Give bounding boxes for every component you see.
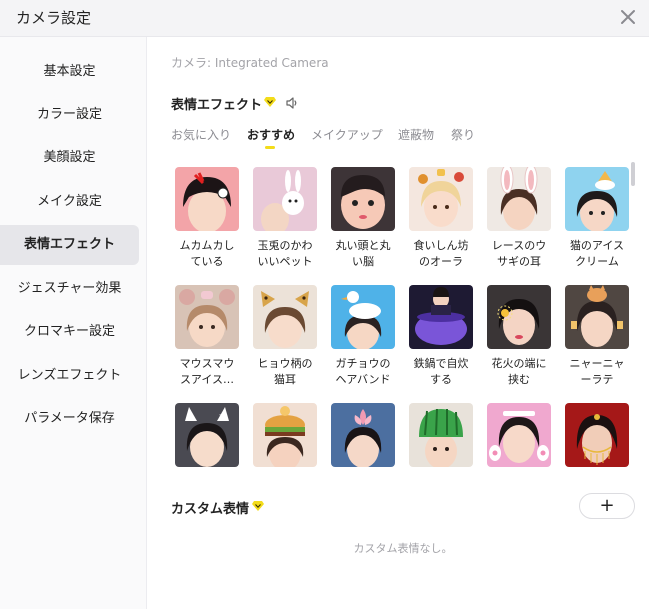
effect-name: 玉兎のかわ いいペット [257,239,313,268]
effect-thumbnail-cat-ears-sleepy[interactable]: z [175,403,239,467]
effect-thumbnail-watermelon-helmet[interactable] [409,403,473,467]
effect-thumbnail-iron-pot[interactable] [409,285,473,349]
close-icon[interactable] [616,5,640,29]
window-title: カメラ設定 [16,9,92,27]
custom-section-title: カスタム表情 [171,502,250,517]
effect-name: ヒョウ柄の 猫耳 [257,357,313,386]
effect-thumbnail-round-head[interactable] [331,167,395,231]
sidebar-item-color-settings[interactable]: カラー設定 [0,95,139,135]
title-bar: カメラ設定 [0,0,649,37]
effect-thumbnail-burger-hat[interactable] [253,403,317,467]
camera-label: カメラ: Integrated Camera [171,56,329,70]
effect-name: ニャーニャ ーラテ [569,357,625,386]
effect-thumbnail-rabbit-pet[interactable] [253,167,317,231]
effect-thumbnail-lotus-headpiece[interactable] [331,403,395,467]
sidebar-item-gesture-effects[interactable]: ジェスチャー効果 [0,269,139,309]
effect-thumbnail-mouse-ice[interactable] [175,285,239,349]
effect-thumbnail-foodie-aura[interactable] [409,167,473,231]
tab-occluders[interactable]: 遮蔽物 [398,126,434,143]
effect-name: ムカムカし ている [179,239,235,268]
effect-thumbnail-meow-latte[interactable] [565,285,629,349]
sidebar-item-makeup-settings[interactable]: メイク設定 [0,182,139,222]
effect-name: 鉄鍋で自炊 する [413,357,469,386]
effect-thumbnail-angry[interactable] [175,167,239,231]
effect-name: 猫のアイス クリーム [569,239,625,268]
effect-name: レースのウ サギの耳 [491,239,547,268]
tab-festival[interactable]: 祭り [451,126,475,143]
sidebar-item-save-parameters[interactable]: パラメータ保存 [0,399,139,439]
vip-diamond-icon [252,501,264,511]
tab-favorites[interactable]: お気に入り [171,126,231,143]
effect-thumbnail-golden-veil[interactable] [565,403,629,467]
sidebar-item-beauty-settings[interactable]: 美顔設定 [0,138,139,178]
effect-thumbnail-goose-headband[interactable] [331,285,395,349]
speaker-icon[interactable] [285,96,299,110]
vip-diamond-icon [264,97,276,107]
sidebar-item-face-effects[interactable]: 表情エフェクト [0,225,139,265]
custom-empty-message: カスタム表情なし。 [353,542,453,555]
effects-section-title: 表情エフェクト [171,98,263,113]
effect-thumbnail-lace-bunny-ears[interactable] [487,167,551,231]
effect-thumbnail-cat-ice-cream[interactable] [565,167,629,231]
effects-scrollbar[interactable] [631,162,635,186]
sidebar-item-lens-effects[interactable]: レンズエフェクト [0,356,139,396]
tab-active-indicator [265,146,275,149]
effect-name: 丸い頭と丸 い脳 [335,239,391,268]
effect-name: ガチョウの ヘアバンド [335,357,391,386]
effect-thumbnail-fireworks-clip[interactable] [487,285,551,349]
effect-thumbnail-leopard-cat-ears[interactable] [253,285,317,349]
effect-name: マウスマウ スアイス… [179,357,235,386]
add-custom-expression-button[interactable]: + [579,493,635,519]
tab-makeup[interactable]: メイクアップ [311,126,383,143]
effect-name: 食いしん坊 のオーラ [413,239,469,268]
svg-text:z: z [219,412,223,421]
tab-recommended[interactable]: おすすめ [247,126,295,143]
sidebar-item-chroma-key[interactable]: クロマキー設定 [0,312,139,352]
sidebar-item-basic-settings[interactable]: 基本設定 [0,52,139,92]
effect-name: 花火の端に 挟む [491,357,547,386]
effect-thumbnail-cat-paws[interactable] [487,403,551,467]
sidebar: 基本設定 カラー設定 美顔設定 メイク設定 表情エフェクト ジェスチャー効果 ク… [0,37,147,609]
